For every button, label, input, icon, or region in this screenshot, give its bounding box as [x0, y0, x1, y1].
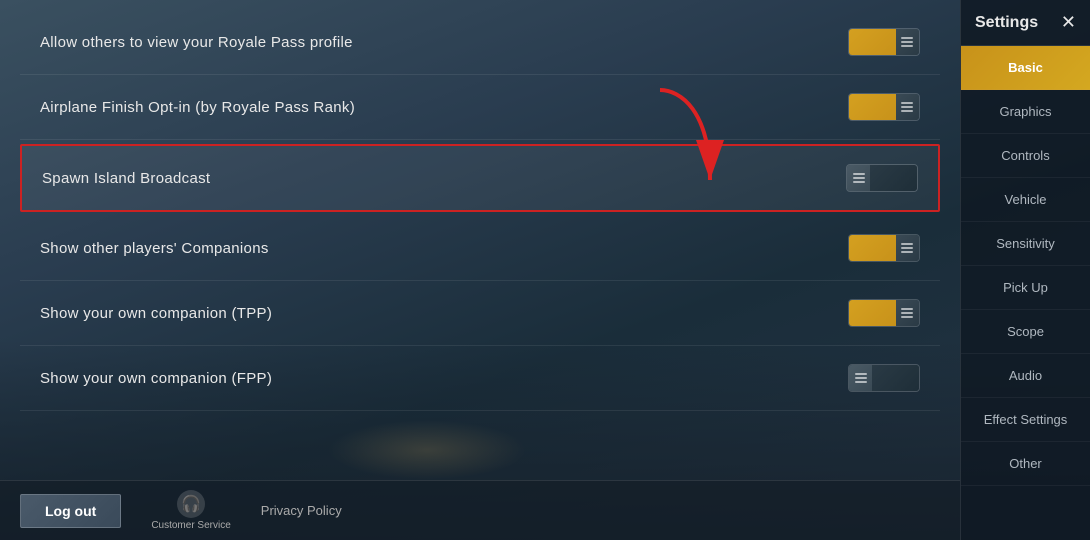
- grip-line: [901, 41, 913, 43]
- sidebar-item-pick-up[interactable]: Pick Up: [961, 266, 1090, 310]
- grip-lines: [901, 37, 913, 47]
- grip-line: [901, 243, 913, 245]
- grip-line: [855, 381, 867, 383]
- grip-line: [853, 173, 865, 175]
- grip-line: [901, 106, 913, 108]
- grip-line: [855, 377, 867, 379]
- toggle-off-portion: [870, 165, 917, 191]
- customer-service-icon: 🎧: [177, 490, 205, 518]
- customer-service-label: Customer Service: [151, 520, 230, 531]
- grip-lines: [901, 308, 913, 318]
- grip-line: [901, 247, 913, 249]
- toggle-on-portion: [849, 300, 896, 326]
- toggle-on-portion: [849, 94, 896, 120]
- grip-line: [853, 177, 865, 179]
- setting-label-royale-pass: Allow others to view your Royale Pass pr…: [40, 34, 353, 51]
- sidebar-header: Settings ✕: [961, 0, 1090, 46]
- setting-label-show-companions: Show other players' Companions: [40, 240, 269, 257]
- close-icon[interactable]: ✕: [1061, 12, 1076, 33]
- setting-row-airplane-finish: Airplane Finish Opt-in (by Royale Pass R…: [20, 75, 940, 140]
- grip-line: [901, 110, 913, 112]
- grip-line: [855, 373, 867, 375]
- setting-row-own-companion-tpp: Show your own companion (TPP): [20, 281, 940, 346]
- grip-line: [901, 37, 913, 39]
- toggle-royale-pass[interactable]: [848, 28, 920, 56]
- setting-label-airplane-finish: Airplane Finish Opt-in (by Royale Pass R…: [40, 99, 355, 116]
- logout-button[interactable]: Log out: [20, 494, 121, 528]
- sidebar-item-sensitivity[interactable]: Sensitivity: [961, 222, 1090, 266]
- toggle-on-portion: [849, 29, 896, 55]
- settings-list: Allow others to view your Royale Pass pr…: [0, 0, 960, 421]
- toggle-grip-area: [896, 235, 919, 261]
- toggle-spawn-island[interactable]: [846, 164, 918, 192]
- setting-row-show-companions: Show other players' Companions: [20, 216, 940, 281]
- sidebar-item-vehicle[interactable]: Vehicle: [961, 178, 1090, 222]
- setting-label-own-companion-tpp: Show your own companion (TPP): [40, 305, 272, 322]
- grip-line: [901, 102, 913, 104]
- toggle-on-portion: [849, 235, 896, 261]
- grip-line: [901, 45, 913, 47]
- sidebar-item-other[interactable]: Other: [961, 442, 1090, 486]
- sidebar-item-scope[interactable]: Scope: [961, 310, 1090, 354]
- setting-label-own-companion-fpp: Show your own companion (FPP): [40, 370, 272, 387]
- sidebar-item-effect-settings[interactable]: Effect Settings: [961, 398, 1090, 442]
- grip-lines: [855, 373, 867, 383]
- toggle-airplane-finish[interactable]: [848, 93, 920, 121]
- privacy-policy-link[interactable]: Privacy Policy: [261, 503, 342, 518]
- setting-label-spawn-island: Spawn Island Broadcast: [42, 170, 210, 187]
- sidebar-item-graphics[interactable]: Graphics: [961, 90, 1090, 134]
- grip-lines: [853, 173, 865, 183]
- sidebar-item-audio[interactable]: Audio: [961, 354, 1090, 398]
- grip-line: [901, 308, 913, 310]
- sidebar-title: Settings: [975, 14, 1038, 32]
- grip-lines: [901, 243, 913, 253]
- toggle-off-portion: [872, 365, 919, 391]
- sidebar-item-controls[interactable]: Controls: [961, 134, 1090, 178]
- toggle-own-companion-fpp[interactable]: [848, 364, 920, 392]
- toggle-show-companions[interactable]: [848, 234, 920, 262]
- toggle-grip-area: [896, 29, 919, 55]
- toggle-grip-area: [847, 165, 870, 191]
- sidebar-item-basic[interactable]: Basic: [961, 46, 1090, 90]
- setting-row-spawn-island: Spawn Island Broadcast: [20, 144, 940, 212]
- grip-lines: [901, 102, 913, 112]
- sidebar-navigation: Basic Graphics Controls Vehicle Sensitiv…: [961, 46, 1090, 486]
- bottom-bar: Log out 🎧 Customer Service Privacy Polic…: [0, 480, 960, 540]
- sidebar: Settings ✕ Basic Graphics Controls Vehic…: [960, 0, 1090, 540]
- setting-row-own-companion-fpp: Show your own companion (FPP): [20, 346, 940, 411]
- grip-line: [901, 251, 913, 253]
- toggle-own-companion-tpp[interactable]: [848, 299, 920, 327]
- grip-line: [901, 312, 913, 314]
- toggle-grip-area: [896, 300, 919, 326]
- toggle-grip-area: [849, 365, 872, 391]
- grip-line: [853, 181, 865, 183]
- toggle-grip-area: [896, 94, 919, 120]
- grip-line: [901, 316, 913, 318]
- setting-row-royale-pass: Allow others to view your Royale Pass pr…: [20, 10, 940, 75]
- customer-service-button[interactable]: 🎧 Customer Service: [151, 490, 230, 531]
- main-content: Allow others to view your Royale Pass pr…: [0, 0, 960, 540]
